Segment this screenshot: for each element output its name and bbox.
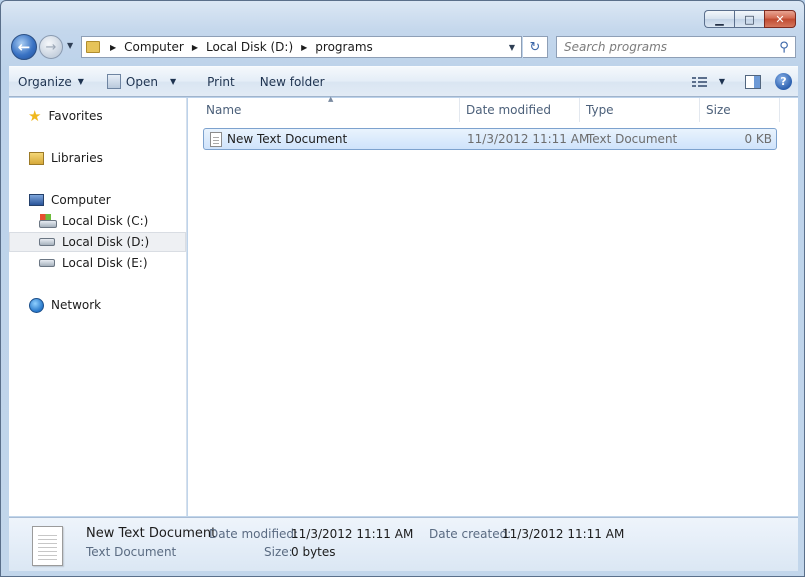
star-icon: ★	[28, 106, 42, 125]
nav-item-libraries[interactable]: Libraries	[29, 148, 103, 168]
breadcrumb-separator-icon[interactable]: ▶	[110, 43, 116, 52]
change-view-button[interactable]: ▼	[686, 76, 731, 87]
folder-icon	[86, 41, 100, 53]
maximize-button[interactable]: □	[734, 10, 764, 28]
details-date-created: 11/3/2012 11:11 AM	[502, 527, 625, 541]
address-dropdown-icon[interactable]: ▼	[509, 43, 515, 52]
open-label: Open	[125, 74, 158, 89]
details-pane: New Text Document Date modified: 11/3/20…	[9, 517, 798, 571]
window-caption-buttons: ▁ □ ✕	[704, 10, 796, 28]
explorer-window: ▁ □ ✕ ← → ▼ ▶ Computer ▶ Local Disk (D:)…	[0, 0, 805, 577]
details-date-modified-label: Date modified:	[209, 527, 299, 541]
file-type: Text Document	[587, 132, 678, 146]
print-button[interactable]: Print	[185, 67, 244, 96]
details-file-type: Text Document	[86, 545, 177, 559]
new-folder-label: New folder	[259, 74, 325, 89]
breadcrumb-separator-icon[interactable]: ▶	[301, 43, 307, 52]
nav-item-favorites[interactable]: ★ Favorites	[28, 106, 103, 126]
forward-button[interactable]: →	[39, 35, 63, 59]
column-header-date-modified[interactable]: Date modified	[460, 98, 580, 122]
nav-item-label: Libraries	[51, 151, 103, 165]
preview-pane-icon[interactable]	[745, 74, 761, 89]
navigation-pane: ★ Favorites Libraries Computer Local Dis…	[9, 98, 187, 516]
chevron-down-icon[interactable]: ▼	[170, 77, 176, 86]
column-header-label: Name	[206, 103, 242, 117]
new-folder-button[interactable]: New folder	[244, 67, 334, 96]
breadcrumb-separator-icon[interactable]: ▶	[192, 43, 198, 52]
forward-arrow-icon: →	[45, 39, 57, 55]
details-date-created-label: Date created:	[429, 527, 512, 541]
file-date-modified: 11/3/2012 11:11 AM	[467, 132, 590, 146]
column-header-label: Size	[706, 103, 731, 117]
close-button[interactable]: ✕	[764, 10, 796, 28]
open-app-icon	[106, 74, 121, 89]
refresh-icon: ↻	[529, 39, 541, 55]
command-bar: Organize ▼ Open ▼ Print New folder ▼ ?	[9, 66, 798, 97]
print-label: Print	[207, 74, 235, 89]
refresh-button[interactable]: ↻	[523, 36, 548, 58]
file-list: ▲ Name Date modified Type Size New Text …	[188, 95, 798, 516]
file-size: 0 KB	[744, 132, 772, 146]
text-file-icon	[32, 526, 63, 566]
breadcrumb-local-disk-d[interactable]: Local Disk (D:)	[206, 40, 293, 54]
minimize-button[interactable]: ▁	[704, 10, 734, 28]
nav-item-label: Computer	[51, 193, 111, 207]
details-file-name: New Text Document	[86, 526, 217, 541]
network-icon	[29, 297, 44, 313]
search-box[interactable]: ⚲	[556, 36, 796, 58]
search-input[interactable]	[564, 40, 773, 54]
details-size-label: Size:	[264, 545, 293, 559]
nav-item-computer[interactable]: Computer	[29, 190, 111, 210]
nav-item-label: Network	[51, 298, 102, 312]
details-size: 0 bytes	[291, 545, 336, 559]
windows-drive-icon	[39, 214, 57, 228]
open-button[interactable]: Open ▼	[93, 67, 185, 96]
chevron-down-icon: ▼	[67, 41, 74, 50]
column-header-label: Type	[586, 103, 614, 117]
view-details-icon	[691, 76, 707, 87]
nav-item-network[interactable]: Network	[29, 295, 101, 315]
back-arrow-icon: ←	[17, 38, 31, 56]
nav-item-label: Favorites	[48, 109, 103, 123]
organize-button[interactable]: Organize ▼	[9, 67, 93, 96]
nav-item-label: Local Disk (D:)	[62, 235, 150, 249]
search-icon[interactable]: ⚲	[773, 40, 795, 55]
file-name: New Text Document	[227, 132, 348, 146]
computer-icon	[29, 194, 44, 206]
nav-item-label: Local Disk (E:)	[62, 256, 148, 270]
nav-item-local-disk-d[interactable]: Local Disk (D:)	[9, 232, 186, 252]
text-file-icon	[210, 132, 222, 147]
breadcrumb-programs[interactable]: programs	[315, 40, 372, 54]
nav-item-local-disk-e[interactable]: Local Disk (E:)	[39, 253, 148, 273]
chevron-down-icon[interactable]: ▼	[719, 77, 725, 86]
nav-item-label: Local Disk (C:)	[62, 214, 149, 228]
column-header-label: Date modified	[466, 103, 552, 117]
table-row[interactable]: New Text Document 11/3/2012 11:11 AM Tex…	[203, 128, 777, 150]
back-button[interactable]: ←	[11, 34, 37, 60]
recent-pages-dropdown[interactable]: ▼	[67, 41, 73, 50]
chevron-down-icon: ▼	[77, 77, 84, 86]
organize-label: Organize	[18, 74, 72, 89]
help-icon[interactable]: ?	[775, 73, 792, 90]
address-bar[interactable]: ▶ Computer ▶ Local Disk (D:) ▶ programs …	[81, 36, 522, 58]
details-date-modified: 11/3/2012 11:11 AM	[291, 527, 414, 541]
breadcrumb-computer[interactable]: Computer	[124, 40, 184, 54]
drive-icon	[39, 259, 55, 267]
drive-icon	[39, 238, 55, 246]
column-header-name[interactable]: Name	[200, 98, 460, 122]
column-header-type[interactable]: Type	[580, 98, 700, 122]
libraries-icon	[29, 151, 44, 165]
maximize-icon: □	[744, 12, 755, 26]
column-header-size[interactable]: Size	[700, 98, 780, 122]
close-icon: ✕	[775, 12, 785, 26]
minimize-icon: ▁	[715, 12, 724, 26]
nav-item-local-disk-c[interactable]: Local Disk (C:)	[39, 211, 148, 231]
